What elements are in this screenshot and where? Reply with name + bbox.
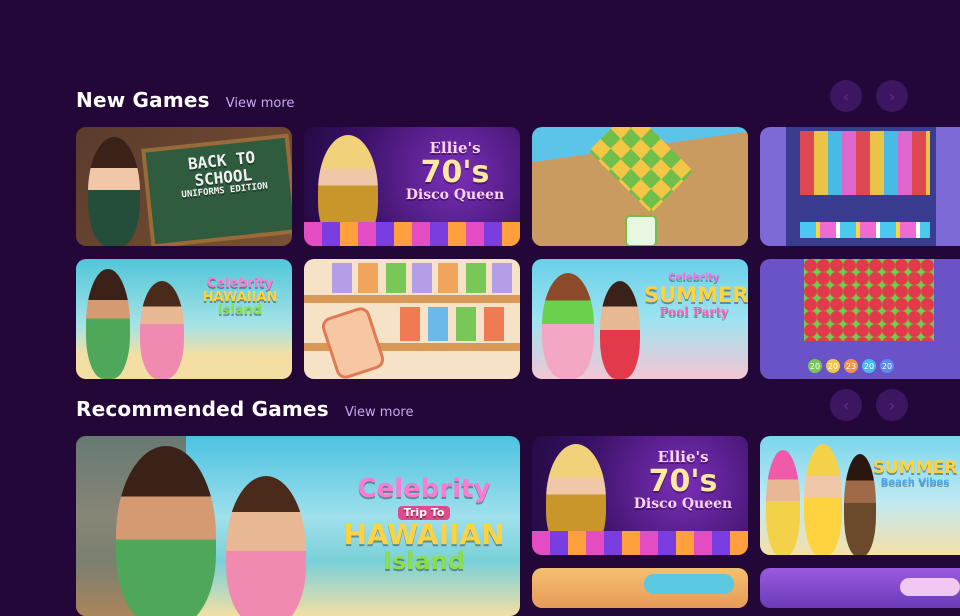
jar-row xyxy=(400,307,508,341)
caption-line: SUMMER xyxy=(644,282,748,307)
caption-line: Island xyxy=(383,547,465,576)
section-title: Recommended Games xyxy=(76,397,329,421)
counter: 20 xyxy=(862,359,876,373)
chevron-right-icon[interactable]: › xyxy=(876,80,908,112)
logo-blob xyxy=(644,574,734,594)
character-figure xyxy=(88,137,140,246)
caption-line: Beach Vibes xyxy=(880,476,950,488)
view-more-link[interactable]: View more xyxy=(226,96,295,111)
counter: 20 xyxy=(880,359,894,373)
game-tile-bubble-sort[interactable]: 20 20 23 20 20 xyxy=(760,259,960,379)
dance-floor xyxy=(532,531,748,555)
counter: 23 xyxy=(844,359,858,373)
section-header-new-games: New Games View more xyxy=(76,88,294,112)
carousel-nav: ‹ › xyxy=(830,80,908,112)
chevron-left-icon[interactable]: ‹ xyxy=(830,389,862,421)
character-figure xyxy=(226,476,306,616)
caption-line: Disco Queen xyxy=(633,496,733,513)
car-queue xyxy=(800,222,930,238)
game-tile-jar-sort[interactable] xyxy=(304,259,520,379)
caption-line: Celebrity xyxy=(668,272,720,283)
caption-line: HAWAIIAN xyxy=(343,518,505,552)
game-tile-summer-pool-party[interactable]: Celebrity SUMMER Pool Party xyxy=(532,259,748,379)
tile-caption: Celebrity SUMMER Pool Party xyxy=(644,272,748,319)
character-figure xyxy=(86,269,130,379)
character-figure xyxy=(140,281,184,379)
game-tile-partial[interactable] xyxy=(760,568,960,608)
jar xyxy=(319,304,387,379)
character-figure xyxy=(804,444,842,555)
single-block xyxy=(625,215,657,246)
tile-caption: Ellie's 70's Disco Queen xyxy=(400,140,510,204)
tile-caption: SUMMER Beach Vibes xyxy=(870,458,960,488)
chevron-right-icon[interactable]: › xyxy=(876,389,908,421)
tile-caption: Celebrity HAWAIIAN Island xyxy=(192,277,288,318)
game-tile-hawaiian-trip-featured[interactable]: Celebrity Trip To HAWAIIAN Island xyxy=(76,436,520,616)
view-more-link[interactable]: View more xyxy=(345,405,414,420)
game-tile-ellies-disco-queen[interactable]: Ellie's 70's Disco Queen xyxy=(532,436,748,555)
caption-line: Island xyxy=(217,303,263,319)
caption-line: Celebrity xyxy=(357,474,491,504)
chevron-left-icon[interactable]: ‹ xyxy=(830,80,862,112)
car-rows xyxy=(800,131,930,195)
counter: 20 xyxy=(808,359,822,373)
caption-line: HAWAIIAN xyxy=(202,289,278,305)
carousel-nav: ‹ › xyxy=(830,389,908,421)
section-title: New Games xyxy=(76,88,210,112)
game-tile-ellies-disco-queen[interactable]: Ellie's 70's Disco Queen xyxy=(304,127,520,246)
character-figure xyxy=(766,450,800,555)
character-figure xyxy=(542,273,594,379)
jar-row xyxy=(332,263,512,293)
tile-caption: Ellie's 70's Disco Queen xyxy=(628,449,738,513)
bubble-counters: 20 20 23 20 20 xyxy=(808,359,894,373)
counter: 20 xyxy=(826,359,840,373)
caption-line: Pool Party xyxy=(659,304,729,319)
caption-line: Celebrity xyxy=(206,276,274,291)
section-header-recommended: Recommended Games View more xyxy=(76,397,413,421)
game-tile-summer-beach-vibes[interactable]: SUMMER Beach Vibes xyxy=(760,436,960,555)
game-tile-fruit-blocks[interactable] xyxy=(532,127,748,246)
game-tile-partial[interactable] xyxy=(532,568,748,608)
game-tile-hawaiian-trip-small[interactable]: Celebrity HAWAIIAN Island xyxy=(76,259,292,379)
caption-line: Disco Queen xyxy=(405,187,505,204)
dance-floor xyxy=(304,222,520,246)
game-tile-back-to-school[interactable]: BACK TO SCHOOL UNIFORMS EDITION xyxy=(76,127,292,246)
bubble-grid xyxy=(804,259,934,341)
logo-blob xyxy=(900,578,960,596)
caption-line: 70's xyxy=(420,154,490,190)
character-figure xyxy=(116,446,216,616)
tile-caption: Celebrity Trip To HAWAIIAN Island xyxy=(334,474,514,576)
caption-line: SUMMER xyxy=(872,458,958,478)
game-tile-car-parking[interactable] xyxy=(760,127,960,246)
shelf xyxy=(304,295,520,303)
character-figure xyxy=(600,281,640,379)
caption-line: 70's xyxy=(648,463,718,499)
